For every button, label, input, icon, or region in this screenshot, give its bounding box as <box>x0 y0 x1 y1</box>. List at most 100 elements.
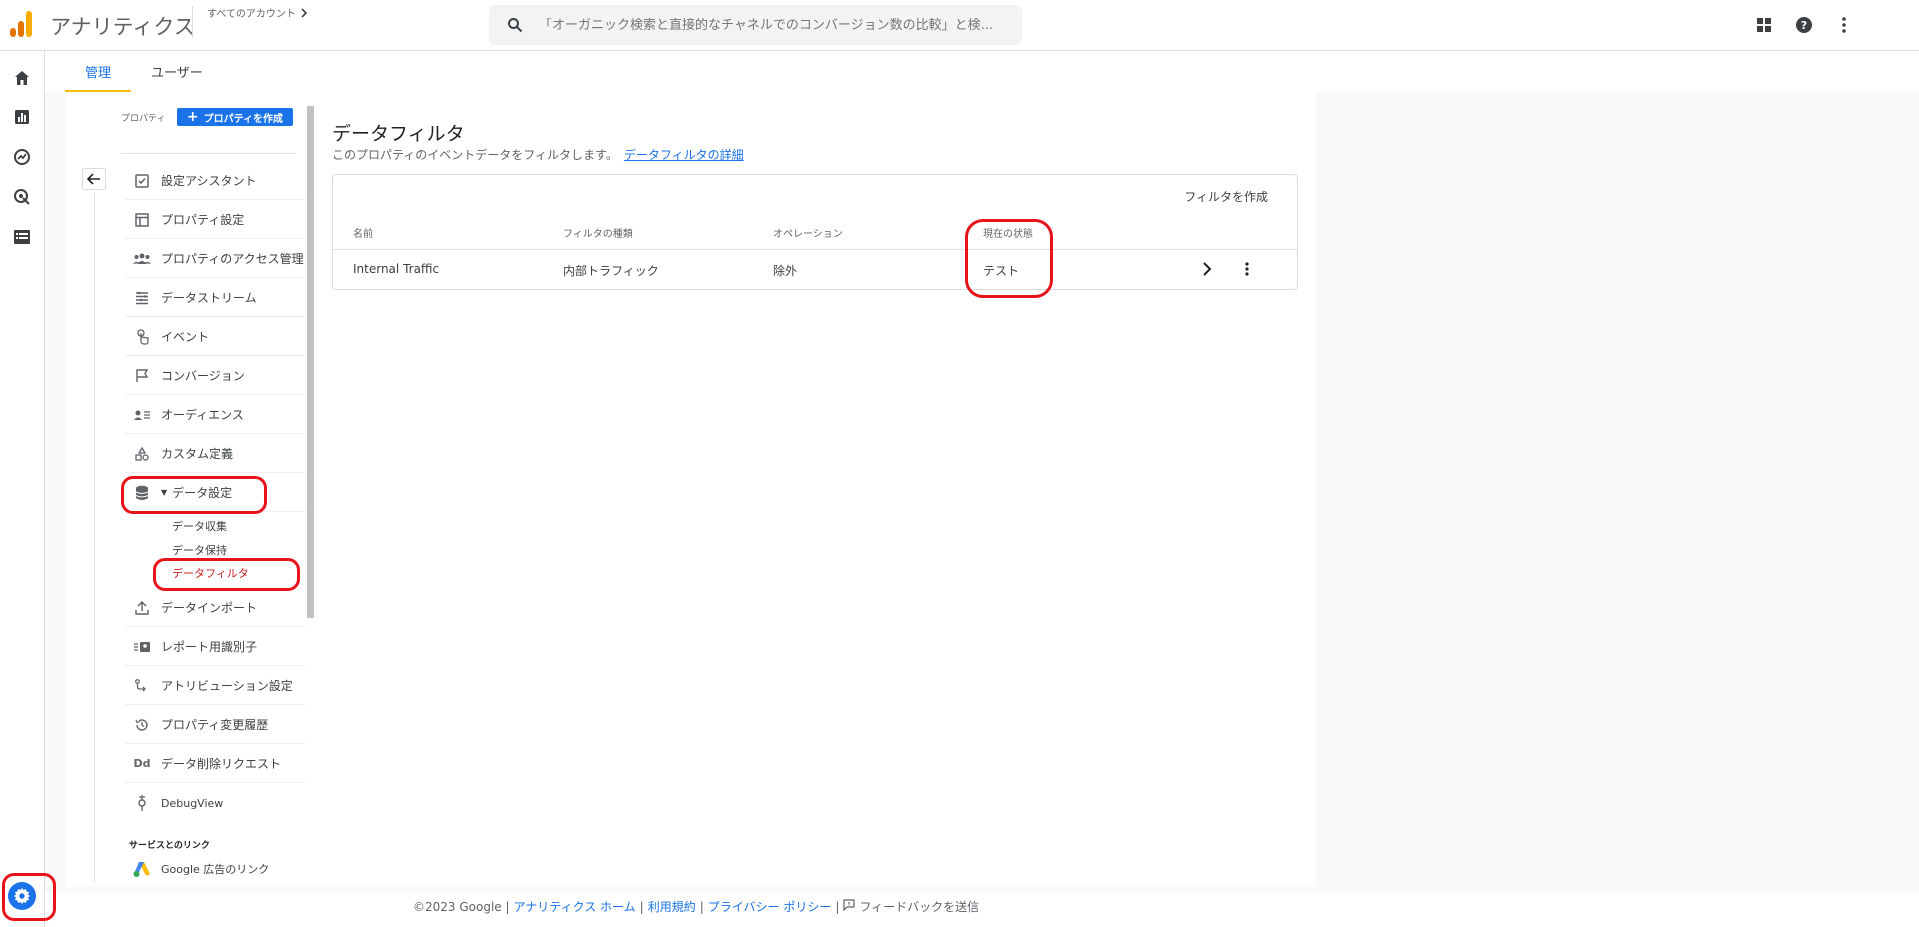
nav-item-data-import[interactable]: データインポート <box>125 589 305 627</box>
nav-item-label: レポート用識別子 <box>161 640 258 654</box>
column-header-current-state: 現在の状態 <box>983 229 1033 240</box>
nav-item-access-management[interactable]: プロパティのアクセス管理 <box>125 240 305 278</box>
nav-item-change-history[interactable]: プロパティ変更履歴 <box>125 706 305 744</box>
analytics-logo[interactable] <box>10 11 34 37</box>
nav-item-label: 設定アシスタント <box>161 174 257 188</box>
property-label: プロパティ <box>121 114 166 124</box>
nav-item-label: データインポート <box>161 601 258 615</box>
flag-icon <box>133 367 151 385</box>
nav-item-custom-definitions[interactable]: カスタム定義 <box>125 435 305 473</box>
nav-tree-line <box>94 192 95 882</box>
touch-icon <box>133 328 151 346</box>
database-icon <box>133 484 151 502</box>
tab-admin[interactable]: 管理 <box>65 52 132 92</box>
footer: ©2023 Google | アナリティクス ホーム | 利用規約 | プライバ… <box>413 898 979 915</box>
nav-item-events[interactable]: イベント <box>125 318 305 356</box>
divider <box>121 153 296 154</box>
nav-item-label: Google 広告のリンク <box>161 863 270 876</box>
history-icon <box>133 716 151 734</box>
account-breadcrumb[interactable]: すべてのアカウント <box>207 5 308 20</box>
attribution-icon <box>133 677 151 695</box>
svg-text:?: ? <box>1801 19 1807 32</box>
list-icon[interactable] <box>11 226 33 248</box>
admin-nav-panel: プロパティ + プロパティを作成 設定アシスタント プロパティ設定 プロパティの… <box>65 92 315 887</box>
google-ads-icon <box>133 860 151 878</box>
upload-icon <box>133 599 151 617</box>
cell-filter-type: 内部トラフィック <box>563 264 659 278</box>
apps-grid-icon[interactable] <box>1753 14 1775 36</box>
filter-table-card: フィルタを作成 名前 フィルタの種類 オペレーション 現在の状態 Interna… <box>332 174 1298 290</box>
copyright: ©2023 Google | <box>413 899 510 914</box>
page-title: データフィルタ <box>332 123 465 145</box>
audience-icon <box>133 406 151 424</box>
nav-item-audiences[interactable]: オーディエンス <box>125 396 305 434</box>
identity-icon <box>133 638 151 656</box>
nav-sub-data-filters[interactable]: データフィルタ <box>172 565 249 581</box>
cell-current-state: テスト <box>983 264 1020 278</box>
search-input[interactable] <box>539 17 1009 33</box>
create-filter-button[interactable]: フィルタを作成 <box>1184 188 1268 205</box>
app-title[interactable]: アナリティクス <box>50 11 195 41</box>
more-vert-icon[interactable] <box>1833 14 1855 36</box>
nav-sub-data-retention[interactable]: データ保持 <box>172 542 227 558</box>
search-box[interactable] <box>489 5 1022 45</box>
cell-operation: 除外 <box>773 264 798 278</box>
create-property-button[interactable]: + プロパティを作成 <box>177 108 293 126</box>
create-property-label: プロパティを作成 <box>203 113 284 125</box>
nav-item-label: イベント <box>161 330 210 344</box>
nav-item-data-streams[interactable]: データストリーム <box>125 279 305 317</box>
main-panel: データフィルタ このプロパティのイベントデータをフィルタします。 データフィルタの… <box>315 92 1316 887</box>
tab-user[interactable]: ユーザー <box>131 52 223 92</box>
caret-down-icon: ▼ <box>161 488 168 497</box>
nav-sub-data-collection[interactable]: データ収集 <box>172 518 227 534</box>
back-button[interactable] <box>82 168 106 190</box>
reports-icon[interactable] <box>11 106 33 128</box>
help-icon[interactable]: ? <box>1793 14 1815 36</box>
row-divider <box>333 249 1297 250</box>
chevron-right-icon <box>301 7 308 18</box>
nav-item-reporting-identity[interactable]: レポート用識別子 <box>125 628 305 666</box>
chevron-right-icon[interactable] <box>1197 259 1217 279</box>
home-icon[interactable] <box>11 67 33 89</box>
nav-item-google-ads-link[interactable]: Google 広告のリンク <box>125 850 305 888</box>
data-filter-details-link[interactable]: データフィルタの詳細 <box>624 148 744 162</box>
nav-item-debugview[interactable]: DebugView <box>125 784 305 822</box>
nav-item-conversions[interactable]: コンバージョン <box>125 357 305 395</box>
feedback-icon[interactable] <box>843 899 856 914</box>
description-text: このプロパティのイベントデータをフィルタします。 <box>332 148 618 162</box>
tab-bar: 管理 ユーザー <box>65 52 223 92</box>
feedback-link[interactable]: フィードバックを送信 <box>859 898 979 915</box>
account-breadcrumb-label: すべてのアカウント <box>207 9 296 20</box>
nav-item-attribution-settings[interactable]: アトリビューション設定 <box>125 667 305 705</box>
privacy-policy-link[interactable]: プライバシー ポリシー <box>708 898 832 915</box>
nav-scrollbar[interactable] <box>307 106 314 618</box>
nav-item-setup-assistant[interactable]: 設定アシスタント <box>125 162 305 200</box>
column-header-operation: オペレーション <box>773 229 843 240</box>
nav-item-property-settings[interactable]: プロパティ設定 <box>125 201 305 239</box>
page-description: このプロパティのイベントデータをフィルタします。 データフィルタの詳細 <box>332 146 744 163</box>
nav-item-label: データ削除リクエスト <box>161 757 282 771</box>
admin-settings-gear-icon[interactable] <box>8 882 36 910</box>
analytics-home-link[interactable]: アナリティクス ホーム <box>514 898 636 915</box>
nav-item-label: オーディエンス <box>161 408 244 422</box>
advertising-icon[interactable] <box>11 186 33 208</box>
people-icon <box>133 250 151 268</box>
layout-icon <box>133 211 151 229</box>
nav-item-label: コンバージョン <box>161 369 245 383</box>
more-vert-icon[interactable] <box>1237 259 1257 279</box>
nav-item-label: プロパティのアクセス管理 <box>161 252 304 266</box>
nav-item-label: データ設定 <box>172 486 233 500</box>
debug-icon <box>133 794 151 812</box>
nav-item-label: データストリーム <box>161 291 257 305</box>
nav-item-data-deletion[interactable]: Dd データ削除リクエスト <box>125 745 305 783</box>
arrow-back-icon <box>87 173 100 185</box>
top-icons: ? <box>1753 14 1855 36</box>
checkbox-icon <box>133 172 151 190</box>
title-divider <box>192 6 193 38</box>
nav-item-data-settings[interactable]: ▼ データ設定 <box>125 474 305 512</box>
terms-link[interactable]: 利用規約 <box>648 898 696 915</box>
explore-icon[interactable] <box>11 146 33 168</box>
nav-item-label: DebugView <box>161 796 224 810</box>
column-header-name: 名前 <box>353 229 373 240</box>
left-rail <box>0 51 45 927</box>
